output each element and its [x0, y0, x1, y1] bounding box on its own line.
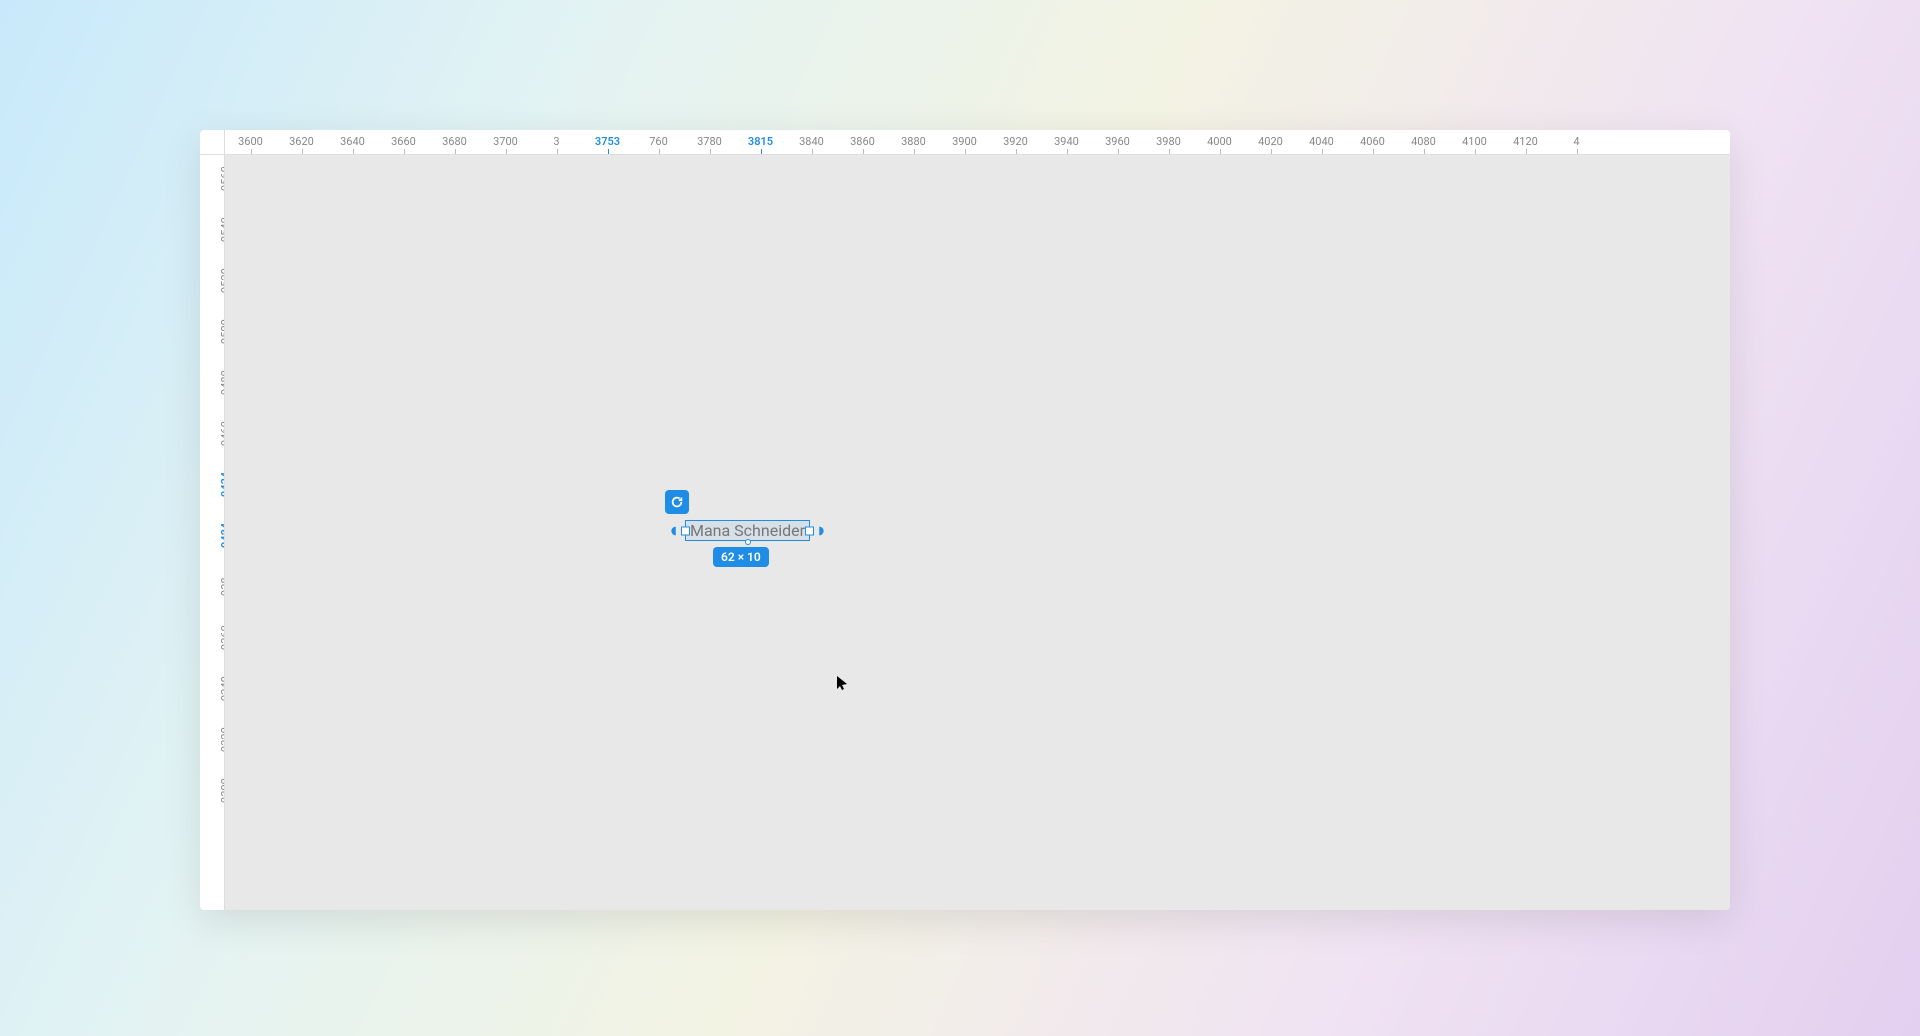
ruler-tick: 4080	[1398, 130, 1449, 154]
ruler-tick: -9434	[200, 461, 225, 512]
ruler-tick: 3600	[225, 130, 276, 154]
ruler-tick: 3	[531, 130, 582, 154]
ruler-tick: 3880	[888, 130, 939, 154]
ruler-tick: 4000	[1194, 130, 1245, 154]
update-variant-icon[interactable]	[665, 490, 689, 514]
ruler-tick: 3860	[837, 130, 888, 154]
ruler-tick: 3620	[276, 130, 327, 154]
ruler-tick: 4100	[1449, 130, 1500, 154]
selected-text: Mana Schneider	[690, 521, 805, 540]
ruler-tick: -9500	[200, 308, 225, 359]
ruler-tick: -9424	[200, 512, 225, 563]
ruler-tick: 4	[1551, 130, 1602, 154]
app-window: 3600362036403660368037003375376037803815…	[200, 130, 1730, 910]
ruler-tick: 3960	[1092, 130, 1143, 154]
ruler-tick: 3640	[327, 130, 378, 154]
ruler-tick: 760	[633, 130, 684, 154]
horizontal-ruler: 3600362036403660368037003375376037803815…	[225, 130, 1730, 155]
cursor-icon	[835, 675, 851, 695]
ruler-tick: 3940	[1041, 130, 1092, 154]
ruler-tick: 3680	[429, 130, 480, 154]
canvas[interactable]: Mana Schneider 62 × 10	[225, 155, 1730, 910]
dimensions-badge: 62 × 10	[713, 547, 769, 567]
ruler-tick: -9520	[200, 257, 225, 308]
ruler-tick: 3900	[939, 130, 990, 154]
ruler-tick: 3815	[735, 130, 786, 154]
ruler-tick: 4120	[1500, 130, 1551, 154]
selected-element[interactable]: Mana Schneider 62 × 10	[665, 490, 830, 567]
right-constraint-icon	[812, 524, 830, 538]
ruler-tick: 3780	[684, 130, 735, 154]
vertical-ruler: -9560-9540-9520-9500-9480-9460-9434-9424…	[200, 155, 225, 910]
ruler-tick: -9300	[200, 767, 225, 818]
ruler-tick: 4040	[1296, 130, 1347, 154]
ruler-tick: 3753	[582, 130, 633, 154]
ruler-tick: -938	[200, 563, 225, 614]
ruler-tick: -9360	[200, 614, 225, 665]
ruler-tick: -9320	[200, 716, 225, 767]
ruler-tick: 4060	[1347, 130, 1398, 154]
ruler-tick: -9560	[200, 155, 225, 206]
ruler-tick: 3920	[990, 130, 1041, 154]
ruler-tick: -9460	[200, 410, 225, 461]
selection-box[interactable]: Mana Schneider	[685, 520, 810, 541]
ruler-tick: -9540	[200, 206, 225, 257]
ruler-tick: 3700	[480, 130, 531, 154]
ruler-tick: -9480	[200, 359, 225, 410]
ruler-tick: -9340	[200, 665, 225, 716]
ruler-tick: 3980	[1143, 130, 1194, 154]
ruler-tick: 3840	[786, 130, 837, 154]
ruler-corner	[200, 130, 225, 155]
ruler-tick: 4020	[1245, 130, 1296, 154]
selection-pin[interactable]	[745, 539, 751, 545]
ruler-tick: 3660	[378, 130, 429, 154]
